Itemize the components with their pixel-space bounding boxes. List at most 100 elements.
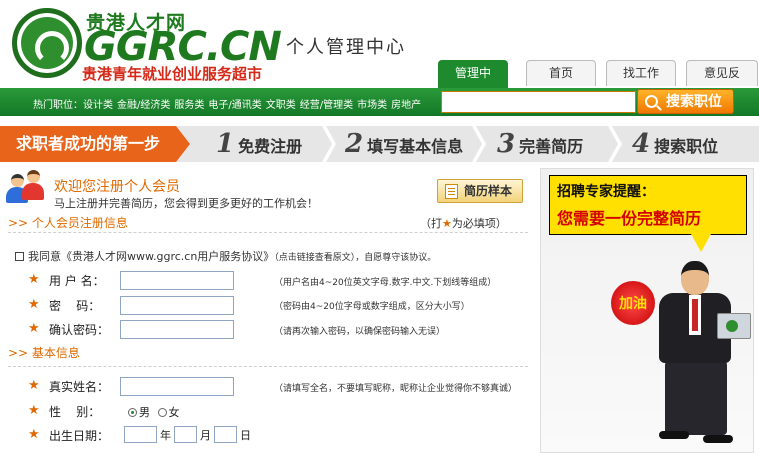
hot-jobs-list: 热门职位：设计类 金融/经济类 服务类 电子/通讯类 文职类 经营/管理类 市场类 房地产 [33, 96, 425, 111]
nav-tabs: 管理中心 首页 找工作 意见反馈 [438, 60, 759, 104]
search-button-label: 搜索职位 [666, 94, 722, 110]
month-unit: 月 [200, 428, 211, 442]
registration-steps: 求职者成功的第一步 1 免费注册 2 填写基本信息 3 完善简历 4 搜索职位 [0, 126, 759, 162]
gender-male-radio[interactable] [128, 408, 137, 417]
logo-slogan: 贵港青年就业创业服务超市 [82, 65, 263, 83]
gender-options: 男 女 [128, 404, 180, 420]
step-4: 4 搜索职位 [632, 126, 718, 162]
gender-male-label: 男 [139, 406, 150, 419]
hot-job-link[interactable]: 经营/管理类 [300, 100, 353, 111]
gender-female-label: 女 [168, 406, 180, 419]
man-figure-head [681, 261, 709, 295]
password-hint: （密码由4~20位字母或数字组成，区分大小写） [274, 302, 470, 312]
password-input[interactable] [120, 296, 234, 315]
tab-management-center[interactable]: 管理中心 [438, 60, 508, 104]
site-logo[interactable]: 贵港人才网 GGRC.CN 贵港青年就业创业服务超市 [8, 6, 282, 83]
man-figure-legs [665, 361, 727, 435]
real-name-hint: （请填写全名，不要填写昵称，昵称让企业觉得你不够真诚） [274, 384, 518, 394]
page: 贵港人才网 GGRC.CN 贵港青年就业创业服务超市 个人管理中心 管理中心 首… [0, 0, 759, 453]
gender-female-radio[interactable] [157, 408, 167, 417]
resume-sample-button[interactable]: 简历样本 [437, 179, 523, 203]
required-star-icon: ★ [28, 378, 40, 393]
search-jobs-button[interactable]: 搜索职位 [637, 89, 734, 114]
username-input[interactable] [120, 271, 234, 290]
page-title: 个人管理中心 [286, 37, 406, 58]
step-number: 2 [345, 129, 364, 159]
female-avatar-icon [22, 170, 44, 200]
confirm-password-input[interactable] [120, 320, 234, 339]
resume-sample-label: 简历样本 [464, 184, 513, 198]
agreement-row: 我同意《贵港人才网www.ggrc.cn用户服务协议》（点击链接查看原文），自愿… [15, 248, 436, 264]
username-label: 用 户 名： [49, 274, 105, 288]
confirm-password-hint: （请再次输入密码，以确保密码输入无误） [274, 327, 446, 337]
year-unit: 年 [160, 428, 171, 442]
hot-job-link[interactable]: 房地产 [391, 100, 421, 111]
confirm-password-label: 确认密码： [49, 323, 110, 337]
birth-date-fields: 年 月 日 [124, 426, 254, 443]
required-star-icon: ★ [28, 272, 40, 287]
search-input[interactable] [441, 91, 636, 113]
step-3: 3 完善简历 [497, 126, 583, 162]
agree-checkbox[interactable] [15, 252, 24, 261]
hot-job-link[interactable]: 金融/经济类 [117, 100, 170, 111]
hot-job-link[interactable]: 电子/通讯类 [208, 100, 261, 111]
required-star-icon: ★ [28, 403, 40, 418]
agreement-link[interactable]: 我同意《贵港人才网www.ggrc.cn用户服务协议》 [28, 250, 274, 263]
tab-feedback[interactable]: 意见反馈 [686, 60, 758, 104]
birth-year-input[interactable] [124, 426, 157, 443]
step-number: 3 [497, 129, 516, 159]
required-note-post: 为必填项） [451, 217, 507, 230]
birth-date-label: 出生日期： [49, 429, 110, 443]
man-figure-shoe [703, 435, 733, 443]
required-star-icon: ★ [28, 427, 40, 442]
step-2: 2 填写基本信息 [345, 126, 463, 162]
real-name-input[interactable] [120, 377, 234, 396]
star-icon: ★ [442, 217, 452, 230]
tab-home[interactable]: 首页 [526, 60, 596, 86]
welcome-title: 欢迎您注册个人会员 [54, 179, 180, 195]
hot-job-link[interactable]: 文职类 [266, 100, 296, 111]
hot-job-link[interactable]: 服务类 [174, 100, 204, 111]
step-number: 4 [632, 129, 651, 159]
step-separator [322, 126, 336, 162]
member-section-heading: >> 个人会员注册信息 [8, 216, 128, 230]
password-label: 密 码： [49, 299, 101, 313]
logo-gear-icon [12, 8, 82, 78]
step-label: 完善简历 [519, 137, 584, 156]
basic-info-heading: >> 基本信息 [8, 346, 80, 360]
man-figure-tie [692, 299, 698, 331]
username-hint: （用户名由4~20位英文字母.数字.中文.下划线等组成） [274, 278, 497, 288]
man-figure-shoe [659, 431, 689, 439]
laptop-icon [717, 313, 751, 339]
required-star-icon: ★ [28, 321, 40, 336]
search-icon [645, 95, 658, 108]
step-intro: 求职者成功的第一步 [0, 126, 190, 162]
ad-line-2: 您需要一份完整简历 [557, 209, 702, 228]
tab-find-job[interactable]: 找工作 [606, 60, 676, 86]
hot-job-link[interactable]: 设计类 [83, 100, 113, 111]
required-star-icon: ★ [28, 297, 40, 312]
resume-ad-banner[interactable]: 招聘专家提醒： 您需要一份完整简历 加油 [540, 168, 754, 453]
birth-day-input[interactable] [214, 426, 237, 443]
required-note: （打★为必填项） [420, 215, 507, 231]
step-label: 填写基本信息 [367, 137, 464, 156]
birth-month-input[interactable] [174, 426, 197, 443]
gender-label: 性 别： [49, 405, 101, 419]
real-name-label: 真实姓名： [49, 380, 110, 394]
members-icon [6, 170, 46, 204]
step-separator [608, 126, 622, 162]
step-label: 搜索职位 [654, 137, 719, 156]
divider [8, 232, 528, 233]
step-label: 免费注册 [238, 137, 303, 156]
divider [8, 366, 528, 367]
step-separator [472, 126, 486, 162]
hot-job-link[interactable]: 市场类 [357, 100, 387, 111]
required-note-pre: （打 [420, 217, 442, 230]
header: 贵港人才网 GGRC.CN 贵港青年就业创业服务超市 个人管理中心 管理中心 首… [0, 0, 759, 104]
ad-line-1: 招聘专家提醒： [557, 184, 655, 200]
bubble-tail [691, 234, 711, 252]
step-1: 1 免费注册 [216, 126, 302, 162]
hot-jobs-prefix: 热门职位： [33, 100, 83, 111]
day-unit: 日 [240, 428, 251, 442]
welcome-subtitle: 马上注册并完善简历，您会得到更多更好的工作机会！ [54, 197, 318, 210]
